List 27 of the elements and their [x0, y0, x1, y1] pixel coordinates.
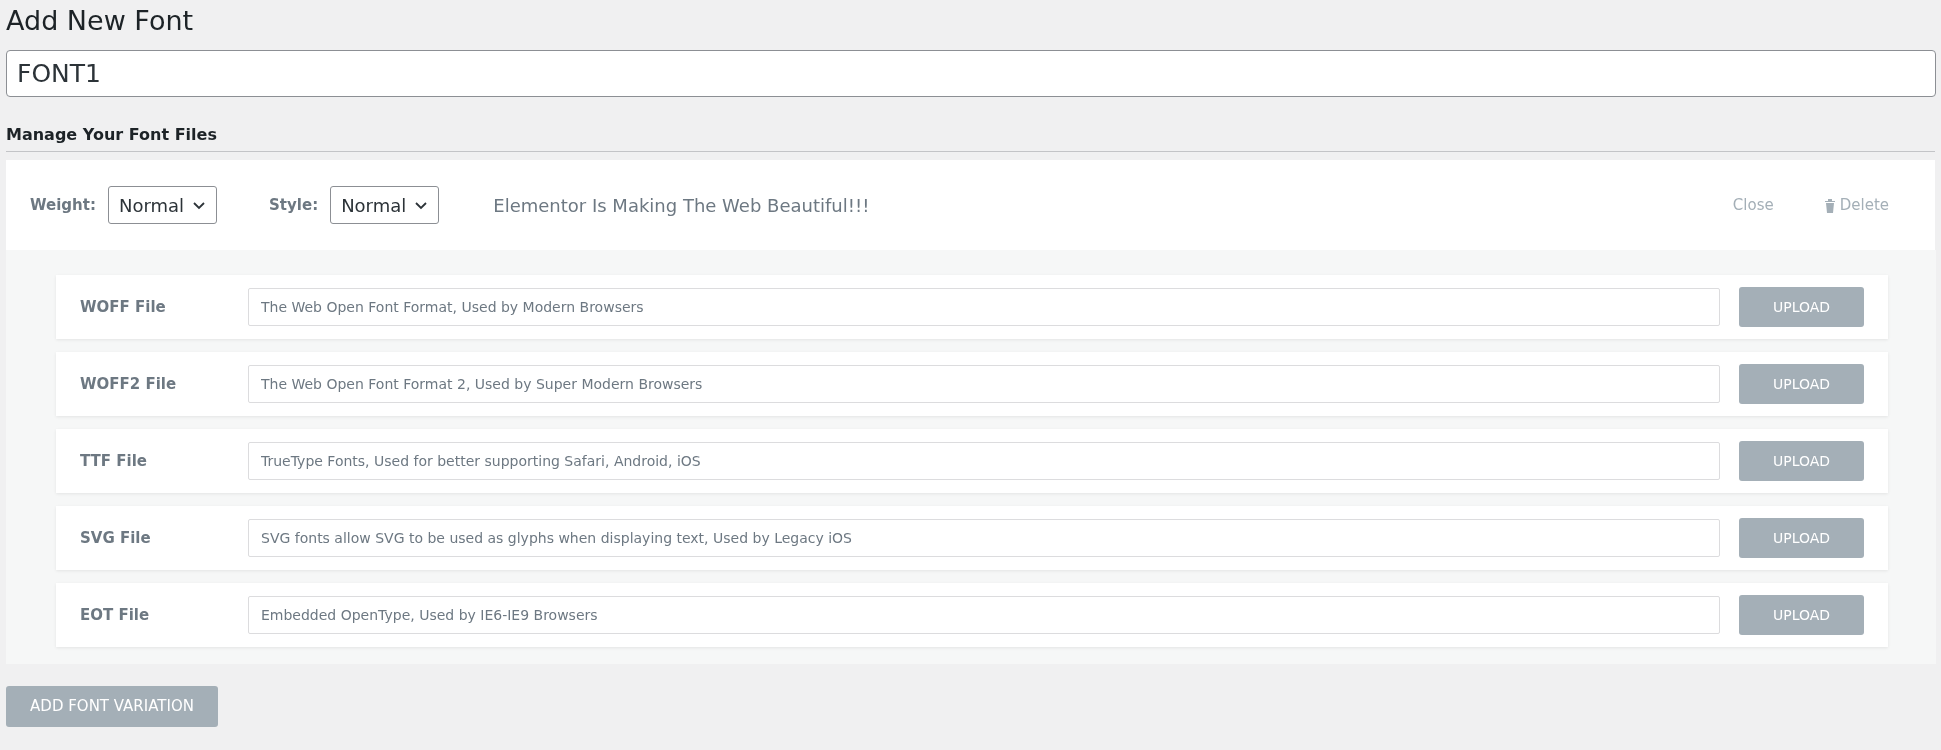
weight-select[interactable]: Normal [107, 186, 218, 224]
style-select[interactable]: Normal [330, 186, 440, 224]
weight-label: Weight: [30, 194, 96, 216]
file-url-field[interactable]: The Web Open Font Format 2, Used by Super Modern Browsers [248, 365, 1720, 403]
file-url-field[interactable]: Embedded OpenType, Used by IE6-IE9 Browsers [248, 596, 1720, 634]
file-type-label: TTF File [80, 450, 148, 472]
close-button[interactable]: Close [1732, 193, 1774, 217]
file-url-field[interactable]: TrueType Fonts, Used for better supporting Safari, Android, iOS [248, 442, 1720, 480]
file-type-label: EOT File [80, 604, 151, 626]
add-font-variation-button[interactable]: ADD FONT VARIATION [6, 686, 218, 727]
upload-button[interactable]: UPLOAD [1739, 287, 1864, 327]
upload-button[interactable]: UPLOAD [1739, 441, 1864, 481]
file-url-field[interactable]: SVG fonts allow SVG to be used as glyphs when displaying text, Used by Legacy iOS [248, 519, 1720, 557]
file-type-label: SVG File [80, 527, 152, 549]
upload-button[interactable]: UPLOAD [1739, 364, 1864, 404]
upload-button[interactable]: UPLOAD [1739, 518, 1864, 558]
file-url-field[interactable]: The Web Open Font Format, Used by Modern Browsers [248, 288, 1720, 326]
file-type-label: WOFF2 File [80, 373, 178, 395]
preview-text: Elementor Is Making The Web Beautiful!!! [493, 193, 870, 218]
section-title: Manage Your Font Files [6, 125, 217, 144]
upload-button[interactable]: UPLOAD [1739, 595, 1864, 635]
trash-icon [1823, 197, 1836, 213]
file-type-label: WOFF File [80, 296, 167, 318]
delete-button[interactable]: Delete [1823, 193, 1889, 217]
style-label: Style: [269, 194, 319, 216]
page-title: Add New Font [6, 4, 195, 38]
font-name-field[interactable]: FONT1 [6, 50, 1936, 97]
